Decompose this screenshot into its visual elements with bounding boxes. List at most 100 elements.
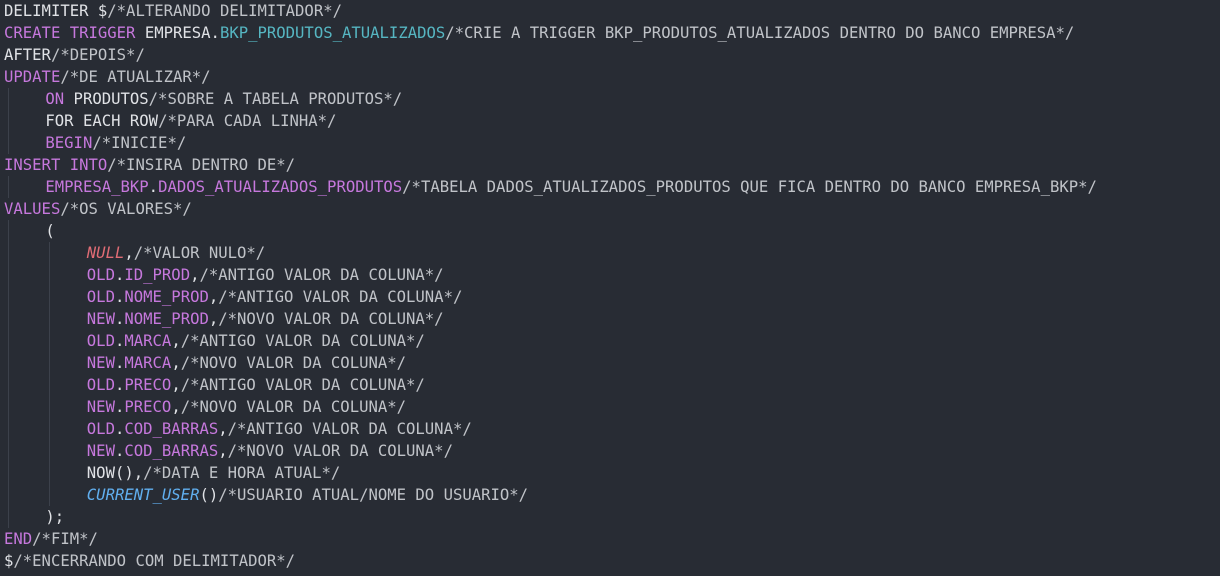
code-token-keyword: OLD xyxy=(86,288,115,306)
code-token-keyword: UPDATE xyxy=(4,68,61,86)
code-token-comment: /*DEPOIS*/ xyxy=(50,46,145,64)
code-token-keyword: EMPRESA_BKP xyxy=(45,178,149,196)
code-token-comment: /*ANTIGO VALOR DA COLUNA*/ xyxy=(180,376,425,394)
code-line[interactable]: NEW.NOME_PROD,/*NOVO VALOR DA COLUNA*/ xyxy=(87,308,444,330)
code-token-keyword: PRECO xyxy=(124,376,172,394)
code-token-keyword: VALUES xyxy=(4,200,61,218)
code-token-default: ( xyxy=(45,222,55,240)
code-token-comment: /*INSIRA DENTRO DE*/ xyxy=(107,156,296,174)
code-token-default: $ xyxy=(4,552,14,570)
code-line[interactable]: CURRENT_USER()/*USUARIO ATUAL/NOME DO US… xyxy=(87,484,528,506)
code-token-keyword: COD_BARRAS xyxy=(124,442,219,460)
code-line[interactable]: ( xyxy=(45,220,54,242)
indent-guide xyxy=(8,220,9,528)
code-token-default: , xyxy=(171,332,181,350)
code-line[interactable]: DELIMITER $/*ALTERANDO DELIMITADOR*/ xyxy=(4,0,342,22)
code-token-keyword: ID_PROD xyxy=(124,266,191,284)
code-token-comment: /*INICIE*/ xyxy=(92,134,187,152)
code-token-comment: /*OS VALORES*/ xyxy=(60,200,192,218)
code-line[interactable]: FOR EACH ROW/*PARA CADA LINHA*/ xyxy=(45,110,336,132)
code-token-keyword: NEW xyxy=(86,398,115,416)
code-token-default: , xyxy=(218,442,228,460)
code-token-keyword: NEW xyxy=(86,442,115,460)
code-token-keyword: CREATE TRIGGER xyxy=(4,24,136,42)
code-token-comment: /*ANTIGO VALOR DA COLUNA*/ xyxy=(199,266,444,284)
code-line[interactable]: OLD.COD_BARRAS,/*ANTIGO VALOR DA COLUNA*… xyxy=(87,418,472,440)
code-line[interactable]: VALUES/*OS VALORES*/ xyxy=(4,198,192,220)
code-line[interactable]: $/*ENCERRANDO COM DELIMITADOR*/ xyxy=(4,550,295,572)
code-token-default: . xyxy=(114,288,125,306)
code-line[interactable]: UPDATE/*DE ATUALIZAR*/ xyxy=(4,66,211,88)
code-line[interactable]: AFTER/*DEPOIS*/ xyxy=(4,44,145,66)
code-token-keyword: OLD xyxy=(86,266,115,284)
indent-guide xyxy=(8,176,9,198)
code-token-default: PRODUTOS xyxy=(64,90,149,108)
code-token-default: . xyxy=(114,332,125,350)
code-line[interactable]: ON PRODUTOS/*SOBRE A TABELA PRODUTOS*/ xyxy=(45,88,402,110)
code-token-comment: /*USUARIO ATUAL/NOME DO USUARIO*/ xyxy=(218,486,529,504)
code-line[interactable]: NOW(),/*DATA E HORA ATUAL*/ xyxy=(87,462,341,484)
code-token-default: ); xyxy=(45,508,65,526)
code-line[interactable]: NEW.COD_BARRAS,/*NOVO VALOR DA COLUNA*/ xyxy=(87,440,453,462)
code-line[interactable]: INSERT INTO/*INSIRA DENTRO DE*/ xyxy=(4,154,295,176)
code-token-default: . xyxy=(114,420,125,438)
code-token-comment: /*ANTIGO VALOR DA COLUNA*/ xyxy=(218,288,463,306)
code-token-default: , xyxy=(218,420,228,438)
code-token-comment: /*SOBRE A TABELA PRODUTOS*/ xyxy=(148,90,403,108)
code-token-keyword: PRECO xyxy=(124,398,172,416)
code-token-comment: /*CRIE A TRIGGER BKP_PRODUTOS_ATUALIZADO… xyxy=(445,24,1075,42)
code-token-default: . xyxy=(114,354,125,372)
code-line[interactable]: NEW.MARCA,/*NOVO VALOR DA COLUNA*/ xyxy=(87,352,406,374)
code-token-comment: /*ANTIGO VALOR DA COLUNA*/ xyxy=(180,332,425,350)
code-token-default: , xyxy=(171,376,181,394)
code-line[interactable]: OLD.ID_PROD,/*ANTIGO VALOR DA COLUNA*/ xyxy=(87,264,444,286)
code-token-keyword: BEGIN xyxy=(45,134,93,152)
code-token-comment: /*ALTERANDO DELIMITADOR*/ xyxy=(107,2,342,20)
code-token-comment: /*FIM*/ xyxy=(32,530,98,548)
code-token-keyword: COD_BARRAS xyxy=(124,420,219,438)
code-line[interactable]: OLD.MARCA,/*ANTIGO VALOR DA COLUNA*/ xyxy=(87,330,425,352)
code-token-comment: /*NOVO VALOR DA COLUNA*/ xyxy=(227,442,453,460)
code-token-default: . xyxy=(114,442,125,460)
code-token-default: . xyxy=(114,376,125,394)
code-token-comment: /*DE ATUALIZAR*/ xyxy=(60,68,211,86)
code-token-default: NOW(), xyxy=(86,464,144,482)
code-token-keyword: INSERT INTO xyxy=(4,156,108,174)
code-token-default: AFTER xyxy=(4,46,51,64)
code-token-comment: /*ENCERRANDO COM DELIMITADOR*/ xyxy=(13,552,296,570)
code-token-default: . xyxy=(210,24,220,42)
indent-guide xyxy=(8,88,9,154)
code-line[interactable]: NEW.PRECO,/*NOVO VALOR DA COLUNA*/ xyxy=(87,396,406,418)
code-line[interactable]: OLD.NOME_PROD,/*ANTIGO VALOR DA COLUNA*/ xyxy=(87,286,463,308)
code-token-comment: /*NOVO VALOR DA COLUNA*/ xyxy=(218,310,444,328)
code-token-keyword: NEW xyxy=(86,354,115,372)
code-token-null: NULL xyxy=(86,244,125,262)
indent-guide xyxy=(49,242,50,506)
code-token-keyword: END xyxy=(4,530,33,548)
code-token-default: FOR EACH ROW xyxy=(45,112,159,130)
code-token-func: CURRENT_USER xyxy=(86,486,200,504)
code-token-keyword: MARCA xyxy=(124,332,172,350)
code-token-comment: /*NOVO VALOR DA COLUNA*/ xyxy=(180,354,407,372)
code-token-keyword: OLD xyxy=(86,332,115,350)
code-editor[interactable]: DELIMITER $/*ALTERANDO DELIMITADOR*/CREA… xyxy=(0,0,1220,576)
code-token-comment: /*PARA CADA LINHA*/ xyxy=(158,112,337,130)
code-token-default: , xyxy=(124,244,134,262)
code-token-keyword: OLD xyxy=(86,420,115,438)
code-line[interactable]: END/*FIM*/ xyxy=(4,528,98,550)
code-token-keyword: ON xyxy=(45,90,65,108)
code-token-default: . xyxy=(148,178,159,196)
code-token-default: DELIMITER $ xyxy=(4,2,108,20)
code-token-default: EMPRESA xyxy=(135,24,211,42)
code-token-default: . xyxy=(114,266,125,284)
code-line[interactable]: CREATE TRIGGER EMPRESA.BKP_PRODUTOS_ATUA… xyxy=(4,22,1074,44)
code-token-keyword: NOME_PROD xyxy=(124,310,209,328)
code-line[interactable]: ); xyxy=(45,506,64,528)
code-token-keyword: DADOS_ATUALIZADOS_PRODUTOS xyxy=(158,178,403,196)
code-line[interactable]: EMPRESA_BKP.DADOS_ATUALIZADOS_PRODUTOS/*… xyxy=(45,176,1097,198)
code-token-default: () xyxy=(199,486,219,504)
code-line[interactable]: OLD.PRECO,/*ANTIGO VALOR DA COLUNA*/ xyxy=(87,374,425,396)
code-token-comment: /*TABELA DADOS_ATUALIZADOS_PRODUTOS QUE … xyxy=(402,178,1097,196)
code-line[interactable]: NULL,/*VALOR NULO*/ xyxy=(87,242,265,264)
code-line[interactable]: BEGIN/*INICIE*/ xyxy=(45,132,186,154)
